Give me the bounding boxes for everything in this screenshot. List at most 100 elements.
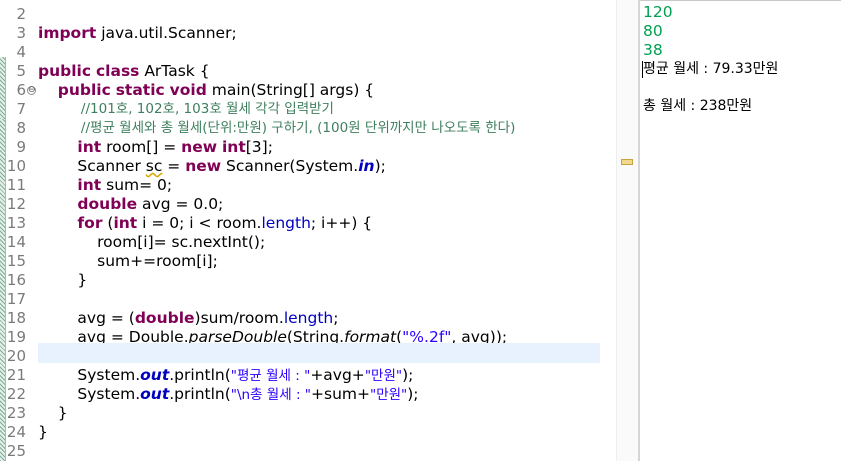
console-output-average: 평균 월세 : 79.33만원 bbox=[643, 61, 779, 77]
keyword: int bbox=[113, 214, 138, 232]
code-line-15[interactable]: sum+=room[i]; bbox=[38, 252, 600, 271]
code-text: ); bbox=[374, 157, 386, 175]
line-number: 10 bbox=[6, 157, 26, 175]
console-input-line: 38 bbox=[643, 41, 663, 59]
keyword: int bbox=[221, 138, 246, 156]
code-line-23[interactable]: } bbox=[38, 404, 600, 423]
code-text: Scanner(System. bbox=[221, 157, 359, 175]
line-number: 21 bbox=[6, 366, 26, 384]
code-line-7[interactable]: //101호, 102호, 103호 월세 각각 입력받기 bbox=[38, 100, 600, 119]
code-text: ArTask { bbox=[139, 62, 210, 80]
line-number: 5 bbox=[16, 62, 26, 80]
fold-collapse-icon[interactable]: ⊖ bbox=[27, 86, 36, 95]
console-input-line: 120 bbox=[643, 3, 673, 21]
code-text: .println( bbox=[169, 366, 231, 384]
line-number: 19 bbox=[6, 328, 26, 346]
keyword: int bbox=[77, 176, 102, 194]
keyword: new bbox=[185, 157, 222, 175]
keyword: public bbox=[57, 81, 111, 99]
code-line-13[interactable]: for (int i = 0; i < room.length; i++) { bbox=[38, 214, 600, 233]
code-text: System. bbox=[77, 385, 141, 403]
console-view[interactable]: 120 80 38 평균 월세 : 79.33만원 총 월세 : 238만원 bbox=[640, 0, 841, 461]
code-text: avg = ( bbox=[77, 309, 135, 327]
warning-marker[interactable] bbox=[621, 159, 633, 165]
code-text: [3]; bbox=[245, 138, 273, 156]
line-number: 12 bbox=[6, 195, 26, 213]
current-line-highlight[interactable] bbox=[38, 343, 600, 363]
console-output-total: 총 월세 : 238만원 bbox=[643, 98, 753, 114]
code-line-22[interactable]: System.out.println("\n총 월세 : "+sum+"만원")… bbox=[38, 385, 600, 404]
keyword: double bbox=[134, 309, 195, 327]
code-line-21[interactable]: System.out.println("평균 월세 : "+avg+"만원"); bbox=[38, 366, 600, 385]
keyword: for bbox=[77, 214, 103, 232]
static-field: in bbox=[358, 157, 375, 175]
code-text: i = 0; i < room. bbox=[137, 214, 262, 232]
code-line-12[interactable]: double avg = 0.0; bbox=[38, 195, 600, 214]
code-text: } bbox=[38, 423, 48, 441]
code-text: main(String[] args) { bbox=[206, 81, 375, 99]
code-text: System. bbox=[77, 366, 141, 384]
line-number: 13 bbox=[6, 214, 26, 232]
code-text: ); bbox=[402, 366, 414, 384]
code-line-3[interactable]: import java.util.Scanner; bbox=[38, 24, 600, 43]
code-line-24[interactable]: } bbox=[38, 423, 600, 442]
field: length bbox=[283, 309, 334, 327]
code-text: sum+=room[i]; bbox=[97, 252, 218, 270]
code-line-16[interactable]: } bbox=[38, 271, 600, 290]
line-number: 4 bbox=[16, 43, 26, 61]
code-text: ( bbox=[102, 214, 114, 232]
string-literal: "\n총 월세 : " bbox=[230, 387, 311, 403]
line-number: 8 bbox=[16, 119, 26, 137]
code-line-14[interactable]: room[i]= sc.nextInt(); bbox=[38, 233, 600, 252]
code-text: java.util.Scanner; bbox=[96, 24, 237, 42]
keyword: int bbox=[77, 138, 102, 156]
code-text: ; i++) { bbox=[310, 214, 373, 232]
line-number: 18 bbox=[6, 309, 26, 327]
code-line-18[interactable]: avg = (double)sum/room.length; bbox=[38, 309, 600, 328]
line-number: 24 bbox=[6, 423, 26, 441]
keyword: double bbox=[77, 195, 138, 213]
code-text: ); bbox=[407, 385, 419, 403]
line-number: 9 bbox=[16, 138, 26, 156]
console-top-border bbox=[640, 0, 841, 1]
line-number: 2 bbox=[16, 5, 26, 23]
console-input-line: 80 bbox=[643, 22, 663, 40]
code-text: = bbox=[162, 157, 186, 175]
code-text: .println( bbox=[169, 385, 231, 403]
string-literal: "만원" bbox=[369, 387, 408, 403]
line-number: 15 bbox=[6, 252, 26, 270]
code-text: room[i]= sc.nextInt(); bbox=[97, 233, 266, 251]
line-number: 6 bbox=[16, 81, 26, 99]
line-number: 3 bbox=[16, 24, 26, 42]
comment: //평균 월세와 총 월세(단위:만원) 구하기, (100원 단위까지만 나오… bbox=[80, 120, 516, 136]
string-literal: "평균 월세 : " bbox=[230, 368, 311, 384]
line-number: 14 bbox=[6, 233, 26, 251]
keyword: class bbox=[95, 62, 140, 80]
keyword: new bbox=[181, 138, 218, 156]
code-text: ; bbox=[333, 309, 339, 327]
code-line-6[interactable]: public static void main(String[] args) { bbox=[38, 81, 600, 100]
line-number: 17 bbox=[6, 290, 26, 308]
code-line-8[interactable]: //평균 월세와 총 월세(단위:만원) 구하기, (100원 단위까지만 나오… bbox=[38, 119, 600, 138]
code-editor[interactable]: 2 3 4 5 6 7 8 9 10 11 12 13 14 15 16 17 … bbox=[0, 0, 616, 461]
static-field: out bbox=[140, 385, 170, 403]
code-text: )sum/room. bbox=[194, 309, 284, 327]
keyword: public bbox=[38, 62, 92, 80]
line-number: 20 bbox=[6, 347, 26, 365]
line-number: 25 bbox=[6, 442, 26, 460]
line-number: 11 bbox=[6, 176, 26, 194]
code-line-11[interactable]: int sum= 0; bbox=[38, 176, 600, 195]
code-line-9[interactable]: int room[] = new int[3]; bbox=[38, 138, 600, 157]
field: length bbox=[261, 214, 311, 232]
code-text: } bbox=[77, 271, 88, 289]
comment: //101호, 102호, 103호 월세 각각 입력받기 bbox=[80, 101, 334, 117]
code-text: } bbox=[57, 404, 68, 422]
code-line-5[interactable]: public class ArTask { bbox=[38, 62, 600, 81]
code-line-10[interactable]: Scanner sc = new Scanner(System.in); bbox=[38, 157, 600, 176]
line-number: 22 bbox=[6, 385, 26, 403]
keyword: import bbox=[38, 24, 97, 42]
overview-ruler[interactable] bbox=[616, 0, 639, 461]
code-text: sum= 0; bbox=[101, 176, 173, 194]
code-text: avg = 0.0; bbox=[137, 195, 224, 213]
line-number: 16 bbox=[6, 271, 26, 289]
